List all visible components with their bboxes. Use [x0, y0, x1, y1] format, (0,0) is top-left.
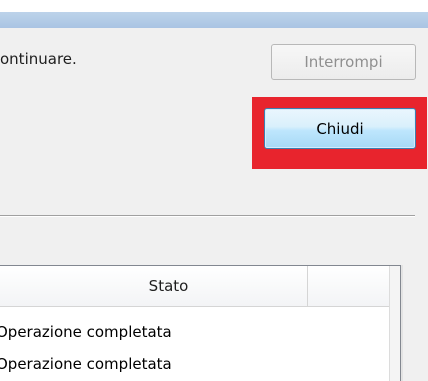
- column-header-extra[interactable]: [309, 266, 389, 306]
- status-list[interactable]: Stato Operazione completata Operazione c…: [0, 265, 401, 381]
- chiudi-button[interactable]: Chiudi: [264, 108, 416, 149]
- title-bar: [0, 12, 428, 28]
- dialog-message: ontinuare.: [0, 50, 77, 68]
- window-top-edge: [0, 0, 428, 12]
- interrompi-button[interactable]: Interrompi: [271, 44, 416, 80]
- list-item[interactable]: Operazione completata: [0, 355, 172, 373]
- list-item[interactable]: Operazione completata: [0, 323, 172, 341]
- column-header-stato[interactable]: Stato: [0, 266, 308, 306]
- vertical-scrollbar[interactable]: [389, 266, 400, 381]
- separator-line: [0, 215, 415, 217]
- list-header: Stato: [0, 266, 389, 307]
